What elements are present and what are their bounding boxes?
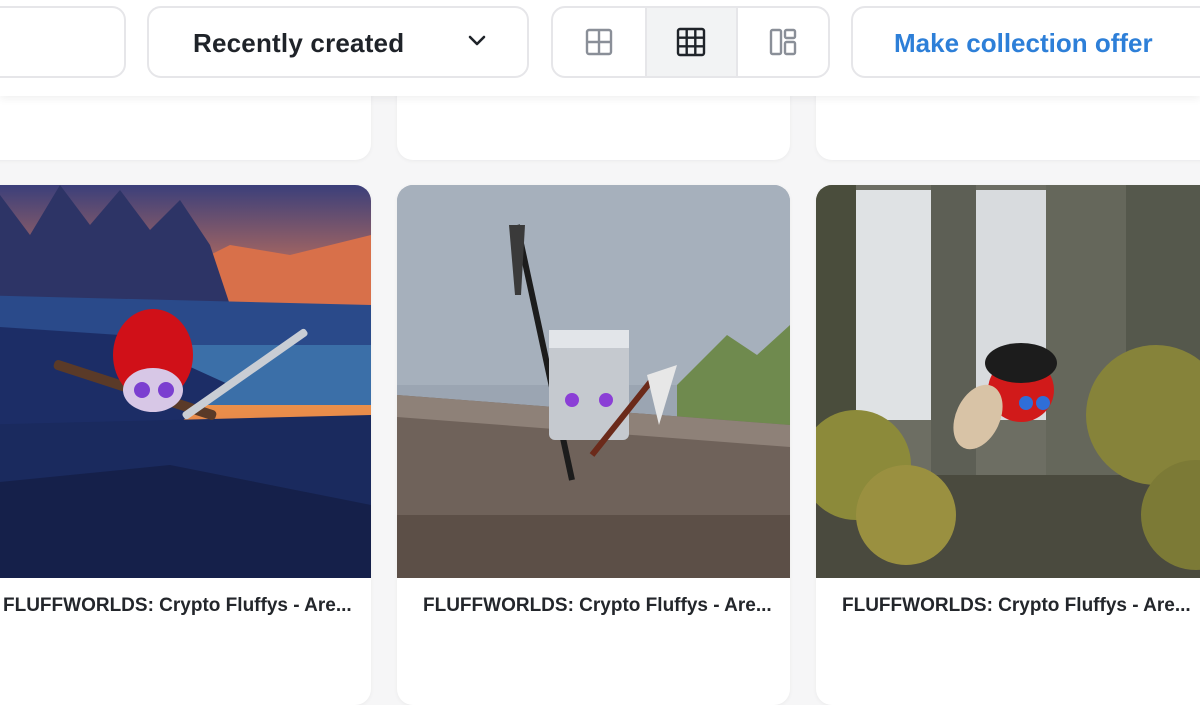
grid-large-icon — [585, 28, 613, 56]
search-input[interactable] — [0, 6, 126, 78]
sort-dropdown[interactable]: Recently created — [147, 6, 529, 78]
masonry-icon — [769, 28, 797, 56]
make-collection-offer-label: Make collection offer — [894, 28, 1153, 58]
view-large-grid-button[interactable] — [553, 8, 645, 76]
view-masonry-button[interactable] — [736, 8, 828, 76]
nft-card[interactable]: FLUFFWORLDS: Crypto Fluffys - Are... — [397, 185, 790, 705]
nft-image — [397, 185, 790, 578]
view-mode-toggle — [551, 6, 830, 78]
sort-label: Recently created — [193, 28, 405, 58]
nft-image — [0, 185, 371, 578]
view-small-grid-button[interactable] — [644, 8, 737, 76]
nft-image — [816, 185, 1200, 578]
nft-card[interactable]: FLUFFWORLDS: Crypto Fluffys - Are... — [0, 185, 371, 705]
nft-title: FLUFFWORLDS: Crypto Fluffys - Are... — [423, 595, 772, 616]
nft-title: FLUFFWORLDS: Crypto Fluffys - Are... — [3, 595, 352, 616]
grid-small-icon — [677, 27, 706, 57]
nft-title: FLUFFWORLDS: Crypto Fluffys - Are... — [842, 595, 1191, 616]
chevron-down-icon — [468, 35, 486, 46]
nft-card[interactable]: FLUFFWORLDS: Crypto Fluffys - Are... — [816, 185, 1200, 705]
make-collection-offer-button[interactable]: Make collection offer — [851, 6, 1200, 78]
toolbar: Recently created Make collection offer — [0, 0, 1200, 96]
